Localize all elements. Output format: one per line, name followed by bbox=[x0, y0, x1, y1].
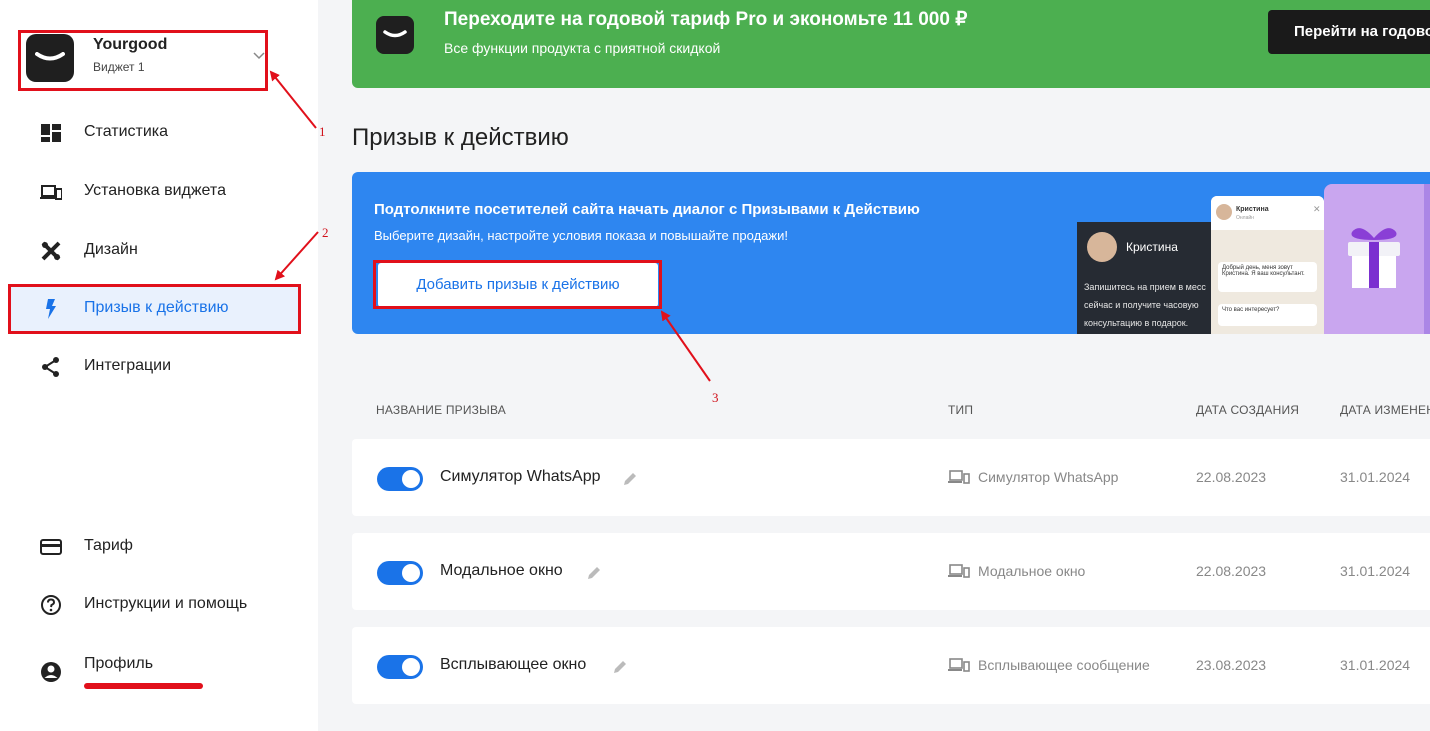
account-icon bbox=[41, 662, 61, 682]
row-created-date: 22.08.2023 bbox=[1196, 563, 1267, 579]
sidebar-item-label: Тариф bbox=[84, 537, 133, 554]
widget-brand-name: Yourgood bbox=[93, 36, 168, 53]
gift-card-strip bbox=[1424, 184, 1430, 334]
sidebar-item-statistics[interactable]: Статистика bbox=[8, 108, 300, 158]
widget-subtitle: Виджет 1 bbox=[93, 60, 145, 74]
devices-icon bbox=[948, 658, 970, 672]
table-row[interactable]: Симулятор WhatsApp Симулятор WhatsApp 22… bbox=[352, 439, 1430, 516]
share-icon bbox=[42, 357, 59, 377]
preview-chat-card: Кристина Онлайн ✕ Добрый день, меня зову… bbox=[1211, 196, 1324, 334]
devices-icon bbox=[948, 470, 970, 484]
promo-title: Переходите на годовой тариф Pro и эконом… bbox=[444, 9, 968, 30]
pencil-icon[interactable] bbox=[622, 471, 638, 487]
sidebar-item-label: Инструкции и помощь bbox=[84, 595, 248, 612]
avatar bbox=[1216, 204, 1232, 220]
upgrade-button[interactable]: Перейти на годовой тариф bbox=[1268, 10, 1430, 54]
row-name: Симулятор WhatsApp bbox=[440, 468, 601, 485]
chat-status: Онлайн bbox=[1236, 215, 1254, 221]
sidebar-item-integrations[interactable]: Интеграции bbox=[8, 342, 300, 392]
page-title: Призыв к действию bbox=[352, 124, 569, 151]
yourgood-logo-icon bbox=[376, 16, 414, 54]
pencil-icon[interactable] bbox=[586, 565, 602, 581]
dashboard-icon bbox=[41, 124, 61, 142]
enable-toggle[interactable] bbox=[377, 655, 423, 679]
chevron-down-icon[interactable] bbox=[252, 51, 266, 61]
column-header-type: ТИП bbox=[948, 403, 974, 417]
annotation-number: 3 bbox=[712, 390, 719, 405]
close-icon: ✕ bbox=[1313, 204, 1321, 214]
sidebar-item-label: Профиль bbox=[84, 655, 154, 672]
cta-banner: Подтолкните посетителей сайта начать диа… bbox=[352, 172, 1430, 334]
chat-bubble: Добрый день, меня зовут Кристина. Я ваш … bbox=[1218, 262, 1317, 292]
gift-icon bbox=[1348, 228, 1400, 288]
enable-toggle[interactable] bbox=[377, 561, 423, 585]
column-header-name: НАЗВАНИЕ ПРИЗЫВА bbox=[376, 403, 506, 417]
sidebar-item-tariff[interactable]: Тариф bbox=[8, 522, 300, 572]
yourgood-logo-icon bbox=[26, 34, 74, 82]
row-updated-date: 31.01.2024 bbox=[1340, 563, 1411, 579]
main-content: Переходите на годовой тариф Pro и эконом… bbox=[318, 0, 1430, 731]
row-updated-date: 31.01.2024 bbox=[1340, 657, 1411, 673]
annotation-number: 1 bbox=[319, 124, 326, 139]
row-type: Всплывающее сообщение bbox=[978, 657, 1150, 673]
devices-icon bbox=[40, 185, 62, 200]
sidebar-item-label: Статистика bbox=[84, 123, 169, 140]
lightning-icon bbox=[46, 299, 56, 319]
chat-name: Кристина bbox=[1236, 206, 1269, 213]
banner-subtitle: Выберите дизайн, настройте условия показ… bbox=[374, 228, 788, 243]
preview-popup-card: Кристина Запишитесь на прием в месс сейч… bbox=[1077, 222, 1217, 334]
preview-name: Кристина bbox=[1126, 240, 1178, 254]
promo-subtitle: Все функции продукта с приятной скидкой bbox=[444, 40, 721, 56]
credit-card-icon bbox=[40, 539, 62, 555]
sidebar-item-install[interactable]: Установка виджета bbox=[8, 167, 300, 217]
preview-text-line: Запишитесь на прием в месс bbox=[1084, 282, 1206, 292]
preview-gift-card bbox=[1324, 184, 1430, 334]
sidebar-item-label: Интеграции bbox=[84, 357, 172, 374]
annotation-number: 2 bbox=[322, 225, 329, 240]
column-header-created: ДАТА СОЗДАНИЯ bbox=[1196, 403, 1300, 417]
avatar bbox=[1087, 232, 1117, 262]
row-type: Модальное окно bbox=[978, 563, 1086, 579]
enable-toggle[interactable] bbox=[377, 467, 423, 491]
row-updated-date: 31.01.2024 bbox=[1340, 469, 1411, 485]
pencil-icon[interactable] bbox=[612, 659, 628, 675]
column-header-updated: ДАТА ИЗМЕНЕНИЯ bbox=[1340, 403, 1430, 417]
row-created-date: 22.08.2023 bbox=[1196, 469, 1267, 485]
banner-title: Подтолкните посетителей сайта начать диа… bbox=[374, 201, 920, 218]
preview-text-line: консультацию в подарок. bbox=[1084, 318, 1189, 328]
design-tools-icon bbox=[41, 241, 61, 261]
sidebar-item-help[interactable]: Инструкции и помощь bbox=[8, 580, 300, 630]
row-name: Всплывающее окно bbox=[440, 656, 587, 673]
devices-icon bbox=[948, 564, 970, 578]
chat-header: Кристина Онлайн ✕ bbox=[1211, 196, 1324, 230]
preview-text-line: сейчас и получите часовую bbox=[1084, 300, 1199, 310]
row-type: Симулятор WhatsApp bbox=[978, 469, 1119, 485]
annotation-underline bbox=[84, 683, 203, 689]
add-cta-button[interactable]: Добавить призыв к действию bbox=[378, 263, 658, 307]
table-row[interactable]: Модальное окно Модальное окно 22.08.2023… bbox=[352, 533, 1430, 610]
sidebar-item-label: Установка виджета bbox=[84, 182, 226, 199]
sidebar: Yourgood Виджет 1 Статистика Установка в… bbox=[0, 0, 318, 731]
sidebar-item-design[interactable]: Дизайн bbox=[8, 226, 300, 276]
row-name: Модальное окно bbox=[440, 562, 563, 579]
widget-selector[interactable]: Yourgood Виджет 1 bbox=[26, 33, 266, 89]
chat-bubble: Что вас интересует? bbox=[1218, 304, 1317, 326]
table-row[interactable]: Всплывающее окно Всплывающее сообщение 2… bbox=[352, 627, 1430, 704]
promo-banner: Переходите на годовой тариф Pro и эконом… bbox=[352, 0, 1430, 88]
sidebar-item-label: Призыв к действию bbox=[84, 299, 229, 316]
sidebar-item-call-to-action[interactable]: Призыв к действию bbox=[8, 284, 300, 334]
help-icon bbox=[41, 595, 61, 615]
sidebar-item-label: Дизайн bbox=[84, 241, 138, 258]
row-created-date: 23.08.2023 bbox=[1196, 657, 1267, 673]
